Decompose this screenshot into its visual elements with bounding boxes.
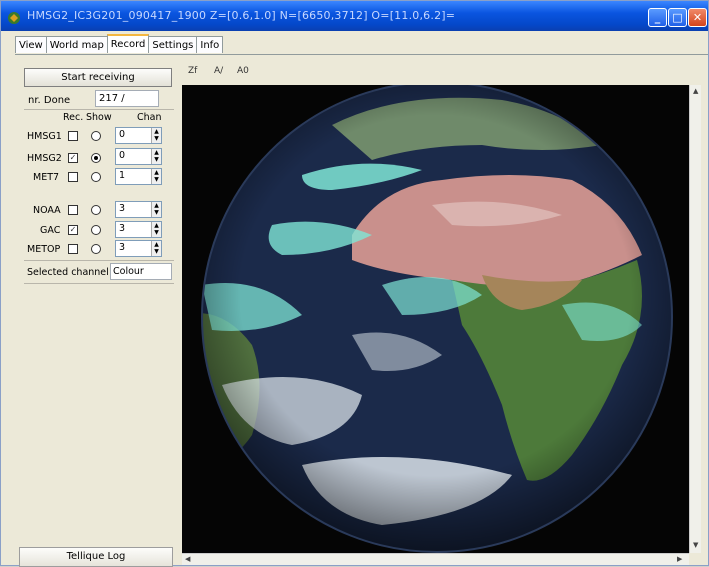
earth-disk-image [201,85,673,553]
chan-value-noaa: 3 [119,203,126,214]
sat-label-hmsg2: HMSG2 [27,153,62,164]
app-icon [8,12,20,24]
sat-label-met7: MET7 [33,172,60,183]
rec-column-header: Rec. [63,112,84,123]
spinner-arrows-icon[interactable]: ▲ ▼ [151,128,161,143]
minimize-button[interactable]: _ [648,8,667,27]
record-panel: Start receiving nr. Done 217 / Rec. Show… [19,63,174,567]
spinner-arrows-icon[interactable]: ▲ ▼ [151,202,161,217]
chan-spinner-gac[interactable]: 3 ▲ ▼ [115,221,162,238]
window-title: HMSG2_IC3G201_090417_1900 Z=[0.6,1.0] N=… [27,9,456,22]
divider [24,260,174,261]
title-bar[interactable]: HMSG2_IC3G201_090417_1900 Z=[0.6,1.0] N=… [1,1,708,31]
scroll-down-icon[interactable]: ▼ [693,541,698,549]
show-radio-met7[interactable] [91,172,101,182]
chan-value-met7: 1 [119,170,126,181]
chan-spinner-noaa[interactable]: 3 ▲ ▼ [115,201,162,218]
sat-label-noaa: NOAA [33,205,61,216]
app-window: HMSG2_IC3G201_090417_1900 Z=[0.6,1.0] N=… [0,0,709,567]
show-radio-noaa[interactable] [91,205,101,215]
done-label: nr. Done [28,95,71,106]
scroll-up-icon[interactable]: ▲ [693,87,698,95]
chan-value-gac: 3 [119,223,126,234]
rec-checkbox-met7[interactable] [68,172,78,182]
close-button[interactable]: ✕ [688,8,707,27]
zoom-a0-button[interactable]: A0 [237,66,249,76]
spinner-arrows-icon[interactable]: ▲ ▼ [151,149,161,164]
scroll-left-icon[interactable]: ◀ [185,555,190,563]
maximize-button[interactable]: □ [668,8,687,27]
horizontal-scrollbar[interactable]: ◀ ▶ [182,553,689,565]
rec-checkbox-noaa[interactable] [68,205,78,215]
chan-column-header: Chan [137,112,162,123]
chan-spinner-hmsg2[interactable]: 0 ▲ ▼ [115,148,162,165]
rec-checkbox-hmsg1[interactable] [68,131,78,141]
selected-channel-label: Selected channel [27,267,109,278]
show-radio-gac[interactable] [91,225,101,235]
spinner-arrows-icon[interactable]: ▲ ▼ [151,241,161,256]
chan-spinner-met7[interactable]: 1 ▲ ▼ [115,168,162,185]
show-radio-hmsg2[interactable] [91,153,101,163]
chan-value-hmsg1: 0 [119,129,126,140]
zoom-a-button[interactable]: A/ [214,66,223,76]
tab-view[interactable]: View [15,36,47,53]
show-radio-hmsg1[interactable] [91,131,101,141]
divider [24,109,174,110]
done-count-field: 217 / [95,90,159,107]
rec-checkbox-metop[interactable] [68,244,78,254]
chan-value-metop: 3 [119,242,126,253]
tab-underline [15,54,708,55]
spinner-arrows-icon[interactable]: ▲ ▼ [151,222,161,237]
sat-label-gac: GAC [40,225,61,236]
start-receiving-button[interactable]: Start receiving [24,68,172,87]
tab-info[interactable]: Info [196,36,224,53]
tab-world-map[interactable]: World map [45,36,108,53]
scroll-right-icon[interactable]: ▶ [677,555,682,563]
chan-spinner-hmsg1[interactable]: 0 ▲ ▼ [115,127,162,144]
satellite-image-viewport[interactable] [182,85,689,553]
zoom-fit-button[interactable]: Zf [188,66,197,76]
tellique-log-button[interactable]: Tellique Log [19,547,173,567]
show-radio-metop[interactable] [91,244,101,254]
zoom-toolbar: Zf A/ A0 [182,63,702,83]
divider [24,283,174,284]
rec-checkbox-gac[interactable]: ✓ [68,225,78,235]
spinner-arrows-icon[interactable]: ▲ ▼ [151,169,161,184]
sat-label-metop: METOP [27,244,61,255]
vertical-scrollbar[interactable]: ▲ ▼ [689,85,701,553]
chan-value-hmsg2: 0 [119,150,126,161]
scroll-corner [689,553,701,565]
rec-checkbox-hmsg2[interactable]: ✓ [68,153,78,163]
sat-label-hmsg1: HMSG1 [27,131,62,142]
selected-channel-field[interactable]: Colour [110,263,172,280]
tab-bar: View World map Record Settings Info [15,34,224,54]
show-column-header: Show [86,112,112,123]
tab-settings[interactable]: Settings [148,36,198,53]
chan-spinner-metop[interactable]: 3 ▲ ▼ [115,240,162,257]
tab-record[interactable]: Record [106,34,150,53]
